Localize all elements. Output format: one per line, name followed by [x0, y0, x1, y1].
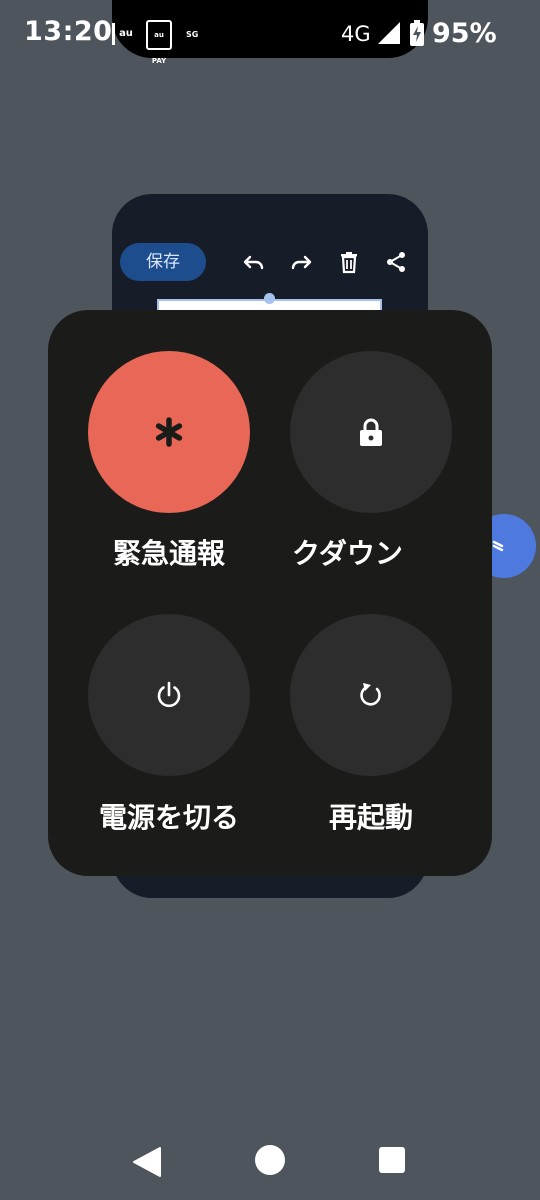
fab-icon [492, 540, 504, 552]
delete-icon[interactable] [337, 250, 361, 274]
undo-icon[interactable] [242, 250, 266, 274]
restart-button[interactable] [290, 614, 452, 776]
power-menu: 緊急通報 ロックダウン 電源を切る 再起動 [48, 310, 492, 876]
au-notification-icon: au [112, 23, 137, 45]
recents-icon[interactable] [372, 1142, 412, 1182]
share-icon[interactable] [384, 250, 408, 274]
redo-icon[interactable] [289, 250, 313, 274]
battery-percent: 95% [432, 18, 497, 49]
status-time: 13:20 [24, 16, 113, 47]
canvas-resize-handle[interactable] [264, 293, 275, 304]
power-icon [157, 681, 181, 708]
status-bar: 13:20 au au PAY SG 4G 95% [0, 0, 540, 70]
back-icon[interactable] [126, 1142, 166, 1182]
au-pay-notification-icon: au PAY [146, 20, 172, 65]
power-off-button[interactable] [88, 614, 250, 776]
signal-icon [378, 22, 400, 44]
lockdown-button[interactable] [290, 351, 452, 513]
power-off-label: 電源を切る [98, 801, 239, 834]
battery-charging-icon [410, 20, 424, 46]
lockdown-label-text: ロックダウン [294, 537, 403, 570]
asterisk-icon [155, 417, 183, 447]
network-type: 4G [341, 22, 371, 46]
screen: 13:20 au au PAY SG 4G 95% 保存 緊急通報 クダウン 電… [0, 0, 540, 1200]
sg-notification-icon: SG [186, 30, 199, 39]
lockdown-label: ロックダウン [294, 532, 448, 572]
navigation-bar [0, 1120, 540, 1200]
emergency-label: 緊急通報 [112, 537, 225, 570]
restart-icon [360, 683, 381, 706]
emergency-button[interactable] [88, 351, 250, 513]
restart-label: 再起動 [328, 801, 413, 834]
lock-icon [360, 418, 382, 446]
save-button[interactable]: 保存 [120, 243, 206, 281]
home-icon[interactable] [250, 1142, 290, 1182]
